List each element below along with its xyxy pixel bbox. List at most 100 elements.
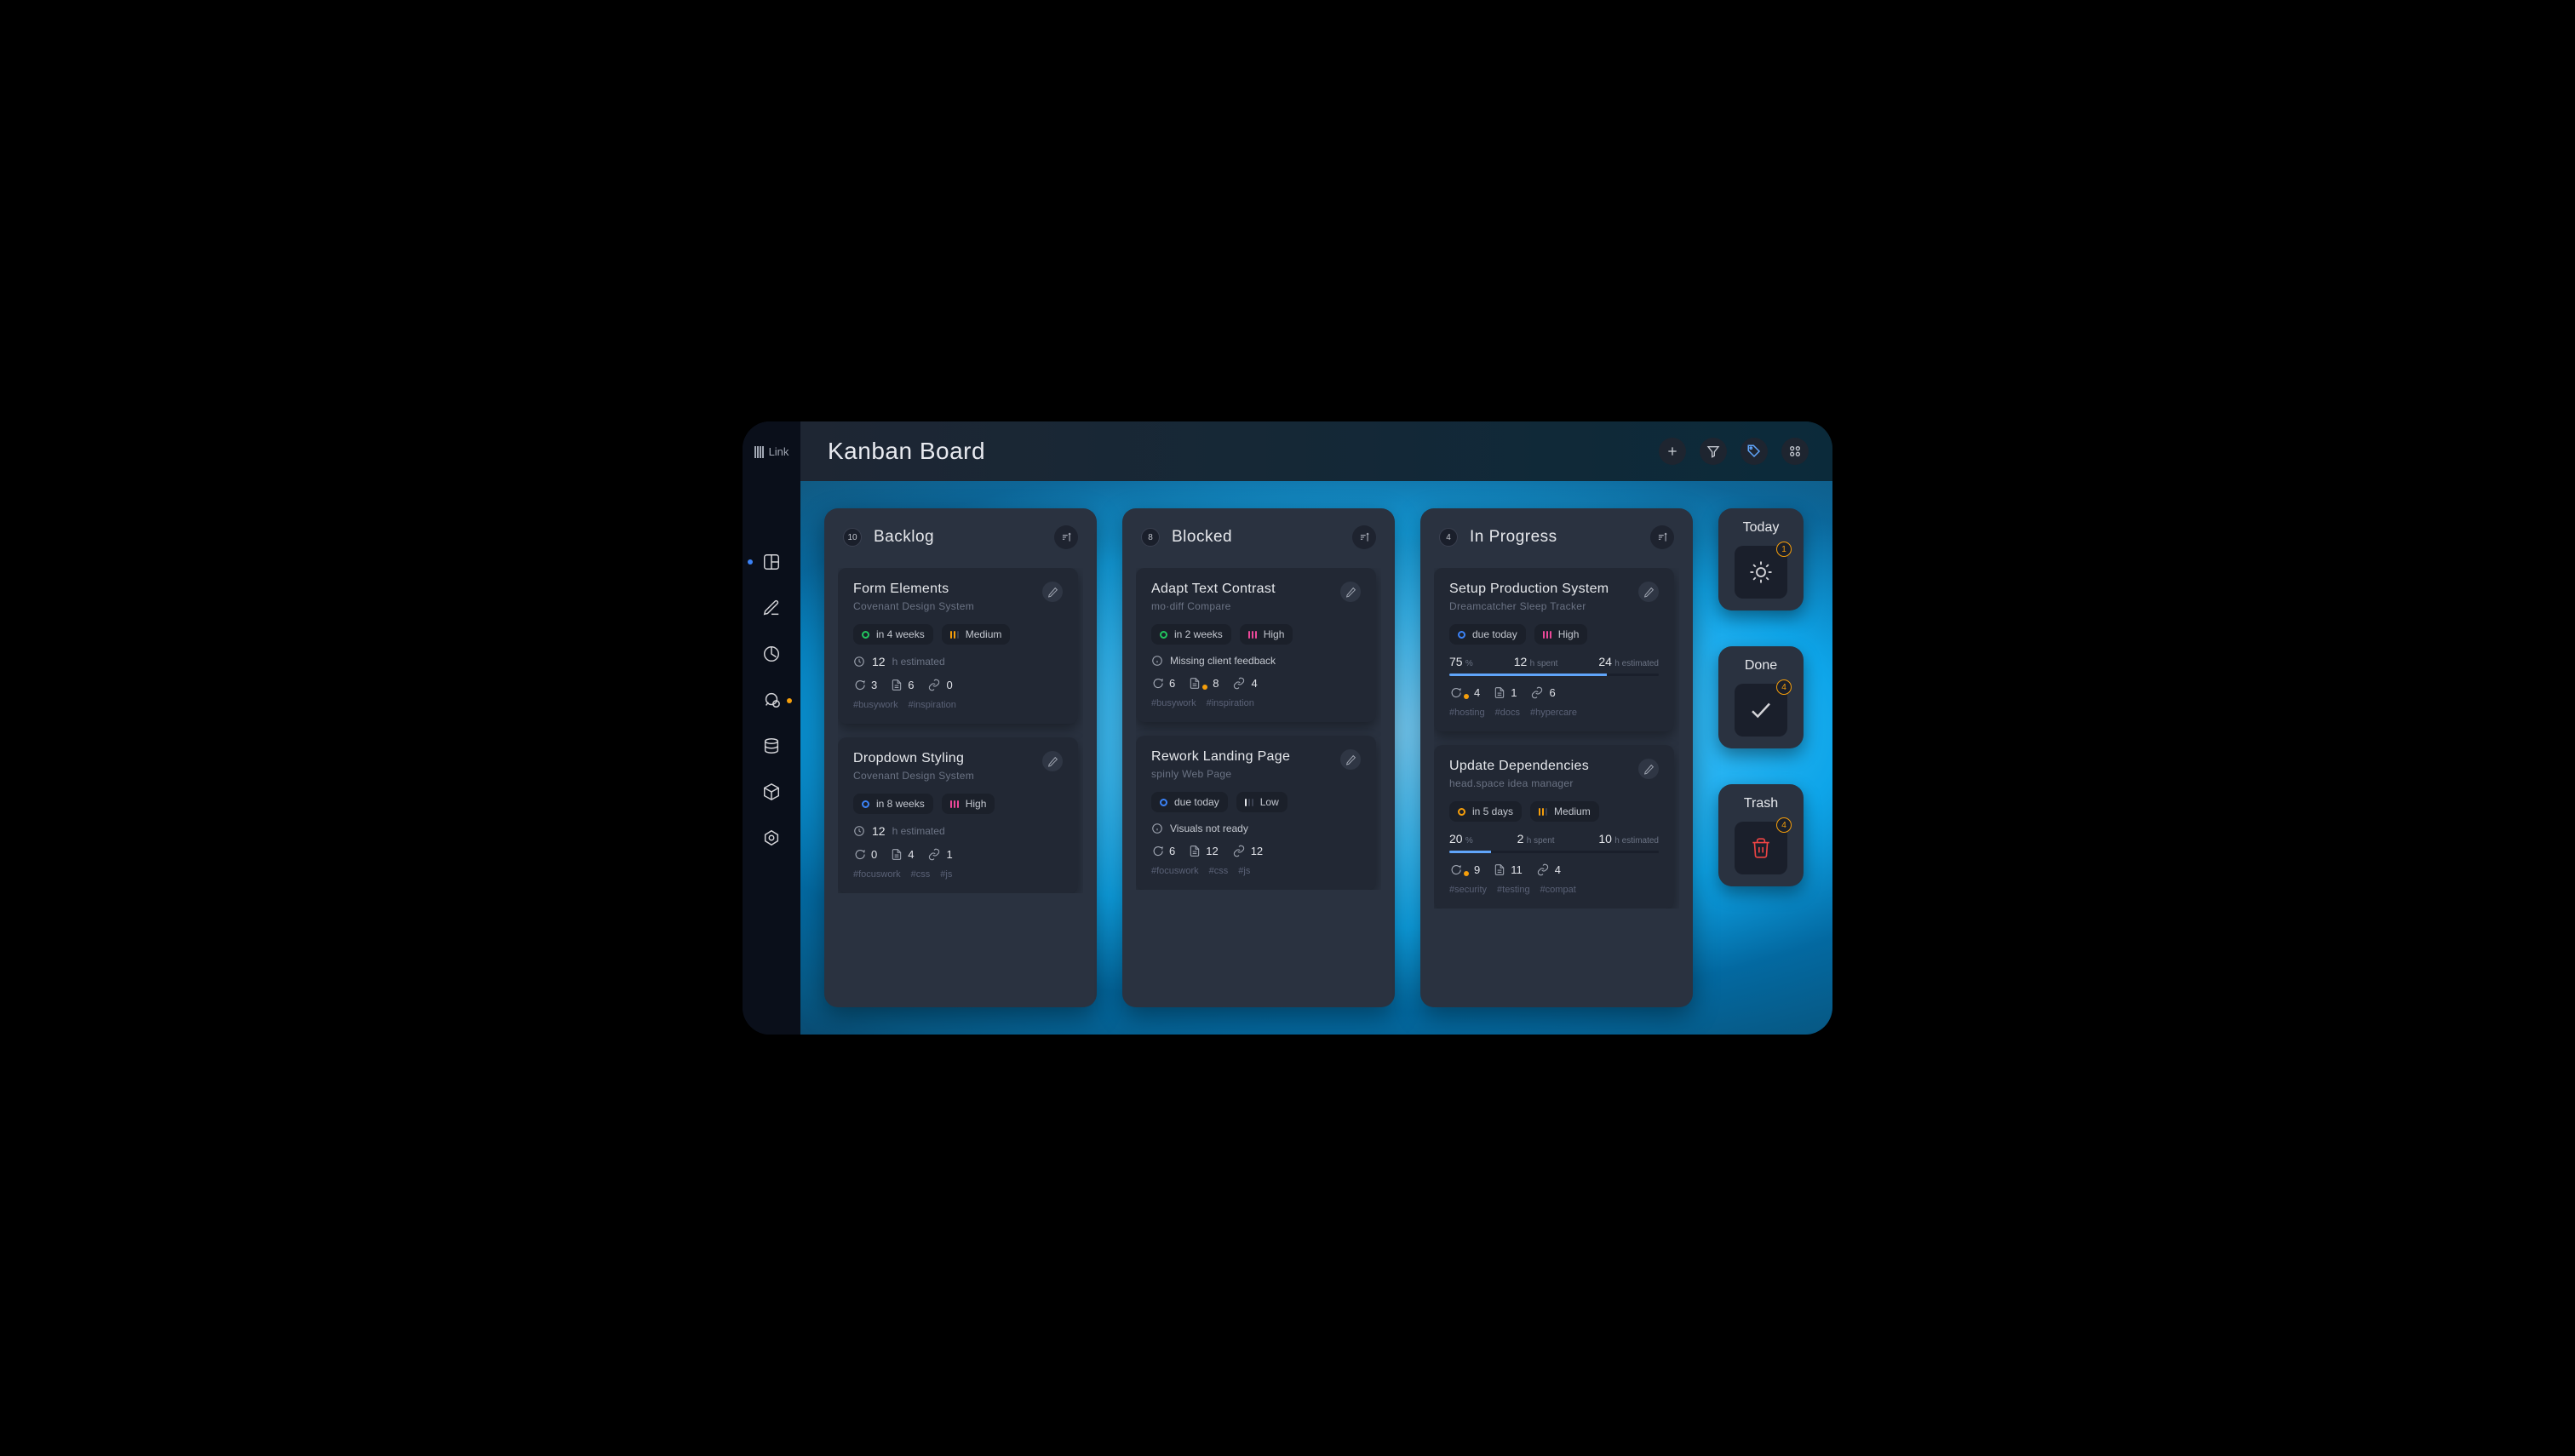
nav-board-icon[interactable] [761,552,782,572]
tag[interactable]: #inspiration [909,700,956,710]
card-list[interactable]: Adapt Text Contrast mo·diff Compare in 2… [1136,568,1381,890]
links-stat[interactable]: 4 [1536,863,1561,876]
task-card[interactable]: Dropdown Styling Covenant Design System … [838,737,1078,893]
tag[interactable]: #busywork [1151,698,1196,708]
card-subtitle: spinly Web Page [1151,768,1290,780]
card-subtitle: head.space idea manager [1449,777,1589,789]
tag[interactable]: #docs [1495,708,1520,718]
tag[interactable]: #hypercare [1530,708,1577,718]
due-date-pill: in 2 weeks [1151,624,1231,645]
card-list[interactable]: Form Elements Covenant Design System in … [838,568,1083,893]
nav-settings-icon[interactable] [761,828,782,848]
nav-edit-icon[interactable] [761,598,782,618]
comments-stat[interactable]: 6 [1151,845,1175,857]
edit-card-button[interactable] [1638,759,1659,779]
column-in-progress: 4 In Progress Setup Production System Dr… [1420,508,1693,1007]
priority-pill: Medium [1530,801,1599,822]
tag[interactable]: #focuswork [853,869,901,880]
due-label: due today [1174,796,1219,808]
notif-dot-icon [1202,685,1207,690]
task-card[interactable]: Update Dependencies head.space idea mana… [1434,745,1674,909]
progress-stats: 20 % 2 h spent 10 h estimated [1449,832,1659,846]
side-panel-badge: 1 [1776,542,1792,557]
apps-button[interactable] [1781,438,1809,465]
due-label: in 4 weeks [876,628,925,640]
card-list[interactable]: Setup Production System Dreamcatcher Sle… [1434,568,1679,909]
column-header: 10 Backlog [838,522,1083,553]
nav-analytics-icon[interactable] [761,644,782,664]
comments-stat[interactable]: 9 [1449,863,1480,876]
column-header: 4 In Progress [1434,522,1679,553]
task-card[interactable]: Adapt Text Contrast mo·diff Compare in 2… [1136,568,1376,722]
comments-stat[interactable]: 0 [853,848,877,861]
links-stat[interactable]: 0 [927,679,952,691]
tag[interactable]: #js [1238,866,1250,876]
files-stat[interactable]: 1 [1494,686,1517,699]
side-panel-tile[interactable]: 4 [1735,684,1787,737]
card-subtitle: Covenant Design System [853,600,974,612]
links-stat[interactable]: 1 [927,848,952,861]
files-stat[interactable]: 8 [1189,677,1219,690]
files-stat[interactable]: 11 [1494,863,1523,876]
edit-card-button[interactable] [1042,751,1063,771]
nav-chat-notif-icon [787,698,792,703]
side-panel-trash: Trash 4 [1718,784,1804,886]
links-stat[interactable]: 4 [1232,677,1257,690]
column-sort-button[interactable] [1054,525,1078,549]
edit-card-button[interactable] [1340,582,1361,602]
nav-database-icon[interactable] [761,736,782,756]
comments-stat[interactable]: 6 [1151,677,1175,690]
links-stat[interactable]: 6 [1530,686,1555,699]
due-label: in 2 weeks [1174,628,1223,640]
column-sort-button[interactable] [1650,525,1674,549]
task-card[interactable]: Setup Production System Dreamcatcher Sle… [1434,568,1674,731]
priority-label: Medium [1554,805,1591,817]
filter-button[interactable] [1700,438,1727,465]
card-title: Form Elements [853,582,974,597]
card-tags: #hosting #docs #hypercare [1449,708,1659,718]
comments-stat[interactable]: 4 [1449,686,1480,699]
tag[interactable]: #focuswork [1151,866,1199,876]
due-date-pill: in 8 weeks [853,794,933,814]
tag[interactable]: #busywork [853,700,898,710]
due-dot-icon [862,631,869,639]
tag[interactable]: #css [1209,866,1229,876]
tag[interactable]: #testing [1497,885,1530,895]
tag[interactable]: #css [911,869,931,880]
side-panel-tile[interactable]: 4 [1735,822,1787,874]
links-stat[interactable]: 12 [1232,845,1263,857]
tag[interactable]: #hosting [1449,708,1485,718]
brand: Link [754,445,789,458]
tag-button[interactable] [1741,438,1768,465]
nav-chat-icon[interactable] [761,690,782,710]
priority-pill: High [1240,624,1293,645]
add-button[interactable] [1659,438,1686,465]
notif-dot-icon [1464,694,1469,699]
edit-card-button[interactable] [1638,582,1659,602]
edit-card-button[interactable] [1042,582,1063,602]
tag[interactable]: #security [1449,885,1487,895]
files-stat[interactable]: 6 [891,679,914,691]
task-card[interactable]: Form Elements Covenant Design System in … [838,568,1078,724]
side-panel-tile[interactable]: 1 [1735,546,1787,599]
comments-stat[interactable]: 3 [853,679,877,691]
edit-card-button[interactable] [1340,749,1361,770]
task-card[interactable]: Rework Landing Page spinly Web Page due … [1136,736,1376,890]
priority-pill: High [942,794,995,814]
files-stat[interactable]: 12 [1189,845,1218,857]
tag[interactable]: #js [940,869,952,880]
card-tags: #focuswork #css #js [1151,866,1361,876]
files-stat[interactable]: 4 [891,848,914,861]
card-tags: #busywork #inspiration [1151,698,1361,708]
column-count-badge: 10 [843,528,862,547]
board-wrap: 10 Backlog Form Elements Covenant Design… [800,481,1832,1035]
blocked-reason: Missing client feedback [1151,655,1361,667]
nav-package-icon[interactable] [761,782,782,802]
card-stats: 6 12 12 [1151,845,1361,857]
card-subtitle: mo·diff Compare [1151,600,1276,612]
column-sort-button[interactable] [1352,525,1376,549]
tag[interactable]: #inspiration [1207,698,1254,708]
tag[interactable]: #compat [1540,885,1576,895]
kanban-board: 10 Backlog Form Elements Covenant Design… [800,481,1832,1035]
side-panel-badge: 4 [1776,679,1792,695]
